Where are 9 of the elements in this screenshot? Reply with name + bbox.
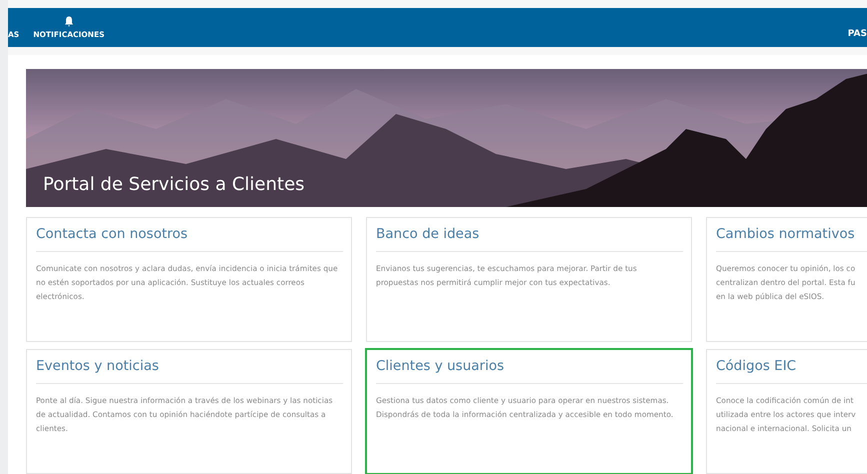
card-title[interactable]: Códigos EIC xyxy=(716,358,867,374)
card-title[interactable]: Contacta con nosotros xyxy=(36,226,342,242)
banner-title: Portal de Servicios a Clientes xyxy=(43,174,305,195)
card-title[interactable]: Clientes y usuarios xyxy=(376,358,682,374)
card-title[interactable]: Banco de ideas xyxy=(376,226,682,242)
card-title[interactable]: Eventos y noticias xyxy=(36,358,342,374)
bell-icon xyxy=(64,16,74,27)
card-title[interactable]: Cambios normativos xyxy=(716,226,867,242)
nav-item[interactable]: PAS xyxy=(848,29,867,39)
